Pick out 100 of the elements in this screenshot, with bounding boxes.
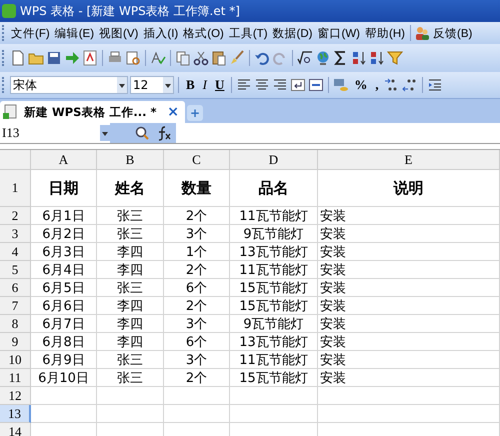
table-cell: 2个 [164, 207, 230, 225]
table-cell [31, 405, 97, 423]
table-cell: 安装 [318, 279, 500, 297]
column-header[interactable]: C [164, 150, 230, 170]
copy-icon[interactable] [175, 50, 191, 66]
formula-icon[interactable] [297, 50, 313, 66]
menu-item[interactable]: 视图(V) [97, 26, 140, 40]
table-cell: 安装 [318, 243, 500, 261]
underline-button[interactable]: U [212, 77, 228, 93]
name-box[interactable]: I13 [0, 123, 110, 143]
table-cell: 1个 [164, 243, 230, 261]
table-cell: 15瓦节能灯 [230, 369, 318, 387]
table-cell: 姓名 [97, 170, 164, 207]
table-cell: 15瓦节能灯 [230, 297, 318, 315]
magnifier-icon[interactable] [134, 125, 150, 141]
table-cell: 15瓦节能灯 [230, 279, 318, 297]
menu-item[interactable]: 文件(F) [9, 26, 52, 40]
column-header[interactable]: E [318, 150, 500, 170]
brush-icon[interactable] [229, 50, 245, 66]
tab-title: 新建 WPS表格 工作... * [24, 104, 158, 120]
row-header[interactable]: 4 [0, 243, 31, 261]
coins-icon[interactable] [333, 77, 350, 93]
sort-ascending-icon[interactable] [351, 50, 367, 66]
table-cell: 3个 [164, 351, 230, 369]
row-header[interactable]: 6 [0, 279, 31, 297]
menu-item[interactable]: 编辑(E) [52, 26, 96, 40]
comma-style-button[interactable]: , [372, 77, 382, 93]
column-header[interactable]: D [230, 150, 318, 170]
table-cell: 6月10日 [31, 369, 97, 387]
undo-icon[interactable] [254, 50, 270, 66]
spellcheck-icon[interactable] [150, 50, 166, 66]
table-cell: 李四 [97, 243, 164, 261]
menu-item[interactable]: 插入(I) [141, 26, 180, 40]
percent-style-button[interactable]: % [351, 77, 370, 93]
row-header[interactable]: 14 [0, 423, 31, 436]
table-cell [164, 387, 230, 405]
menu-item[interactable]: 数据(D) [270, 26, 314, 40]
bold-button[interactable]: B [183, 77, 198, 93]
row-header[interactable]: 3 [0, 225, 31, 243]
table-cell: 6月6日 [31, 297, 97, 315]
pdf-icon[interactable] [82, 50, 98, 66]
menu-item[interactable]: 反馈(B) [430, 26, 474, 40]
italic-button[interactable]: I [200, 77, 210, 93]
table-cell: 说明 [318, 170, 500, 207]
menu-item[interactable]: 格式(O) [181, 26, 226, 40]
menu-item[interactable]: 工具(T) [226, 26, 270, 40]
table-cell: 6月3日 [31, 243, 97, 261]
new-document-icon[interactable] [10, 50, 26, 66]
table-cell: 6月5日 [31, 279, 97, 297]
column-header[interactable]: B [97, 150, 164, 170]
close-tab-button[interactable]: × [167, 104, 179, 120]
globe-icon[interactable] [315, 50, 331, 66]
row-header[interactable]: 5 [0, 261, 31, 279]
document-tab[interactable]: 新建 WPS表格 工作... * × [0, 101, 185, 123]
table-cell: 安装 [318, 351, 500, 369]
indent-icon[interactable] [426, 77, 443, 93]
font-size-select[interactable]: 12 [130, 76, 174, 94]
row-header[interactable]: 9 [0, 333, 31, 351]
row-header[interactable]: 1 [0, 170, 31, 207]
table-cell: 2个 [164, 261, 230, 279]
table-cell: 张三 [97, 279, 164, 297]
row-header[interactable]: 2 [0, 207, 31, 225]
font-select[interactable]: 宋体 [10, 76, 128, 94]
paste-icon[interactable] [211, 50, 227, 66]
preview-icon[interactable] [125, 50, 141, 66]
table-cell: 安装 [318, 369, 500, 387]
table-cell: 2个 [164, 369, 230, 387]
row-header[interactable]: 11 [0, 369, 31, 387]
scissors-icon[interactable] [193, 50, 209, 66]
table-cell: 6月7日 [31, 315, 97, 333]
table-cell: 安装 [318, 297, 500, 315]
function-icon[interactable] [156, 125, 172, 141]
table-cell: 11瓦节能灯 [230, 351, 318, 369]
table-cell: 3个 [164, 225, 230, 243]
table-cell: 2个 [164, 297, 230, 315]
table-cell: 安装 [318, 315, 500, 333]
save-icon[interactable] [46, 50, 62, 66]
people-icon[interactable] [414, 25, 430, 41]
new-tab-button[interactable]: + [187, 105, 203, 121]
sort-descending-icon[interactable] [369, 50, 385, 66]
table-cell: 日期 [31, 170, 97, 207]
table-cell: 6月8日 [31, 333, 97, 351]
table-cell: 11瓦节能灯 [230, 207, 318, 225]
table-cell: 数量 [164, 170, 230, 207]
row-header[interactable]: 8 [0, 315, 31, 333]
table-cell: 11瓦节能灯 [230, 261, 318, 279]
decrease-decimal-icon[interactable] [402, 77, 418, 93]
column-header[interactable]: A [31, 150, 97, 170]
arrow-icon[interactable] [64, 50, 80, 66]
menu-item[interactable]: 窗口(W) [316, 26, 362, 40]
table-cell: 6个 [164, 279, 230, 297]
table-cell: 13瓦节能灯 [230, 243, 318, 261]
row-header[interactable]: 7 [0, 297, 31, 315]
wrap-text-icon[interactable] [290, 77, 306, 93]
row-header[interactable]: 13 [0, 405, 31, 423]
menu-item[interactable]: 帮助(H) [363, 26, 407, 40]
merge-cells-icon[interactable] [308, 77, 324, 93]
row-header[interactable]: 10 [0, 351, 31, 369]
row-header[interactable]: 12 [0, 387, 31, 405]
table-cell: 安装 [318, 261, 500, 279]
